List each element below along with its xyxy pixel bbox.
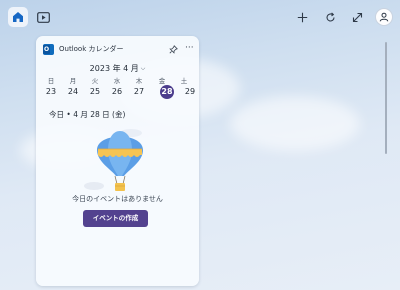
weekday-label: 木 (135, 77, 143, 85)
outlook-calendar-widget: Outlook カレンダー ··· 2023 年 4 月⌵ 日 月 火 水 木 … (36, 36, 199, 286)
date-cell[interactable]: 27 (130, 87, 148, 96)
weekday-label: 水 (113, 77, 121, 85)
date-cell[interactable]: 25 (86, 87, 104, 96)
weekday-label: 火 (91, 77, 99, 85)
weekday-label: 日 (47, 77, 55, 85)
date-cell[interactable]: 24 (64, 87, 82, 96)
outlook-icon (43, 44, 54, 55)
home-button[interactable] (8, 7, 28, 27)
weekday-label: 土 (180, 77, 188, 85)
month-label: 2023 年 4 月 (89, 64, 139, 73)
play-video-icon (36, 11, 50, 23)
video-button[interactable] (33, 7, 53, 27)
scrollbar[interactable] (385, 42, 387, 154)
plus-icon (297, 12, 307, 22)
pin-icon[interactable] (169, 45, 178, 54)
date-cell-selected[interactable]: 28 (160, 85, 174, 99)
create-event-button[interactable]: イベントの作成 (83, 210, 148, 227)
account-button[interactable] (375, 8, 393, 26)
date-cell[interactable]: 23 (42, 87, 60, 96)
home-icon (13, 12, 23, 22)
today-heading: 今日 • 4 月 28 日 (金) (49, 110, 126, 119)
person-icon (379, 12, 389, 22)
refresh-icon (325, 12, 335, 22)
add-widget-button[interactable] (294, 9, 310, 25)
empty-state-message: 今日のイベントはありません (72, 195, 163, 203)
refresh-button[interactable] (322, 9, 338, 25)
date-row: 23 24 25 26 27 28 29 (42, 85, 195, 99)
date-cell[interactable]: 29 (181, 87, 199, 96)
expand-icon (352, 12, 362, 22)
weekday-label: 月 (69, 77, 77, 85)
chevron-down-icon: ⌵ (140, 65, 146, 72)
expand-button[interactable] (349, 9, 365, 25)
weekday-label: 金 (158, 77, 166, 85)
widget-title[interactable]: Outlook カレンダー (59, 44, 123, 54)
more-options-icon[interactable]: ··· (185, 43, 194, 53)
date-cell[interactable]: 26 (108, 87, 126, 96)
background-cloud (230, 96, 360, 151)
widget-header: Outlook カレンダー ··· (43, 43, 194, 57)
month-selector[interactable]: 2023 年 4 月 ⌵ (36, 63, 199, 74)
